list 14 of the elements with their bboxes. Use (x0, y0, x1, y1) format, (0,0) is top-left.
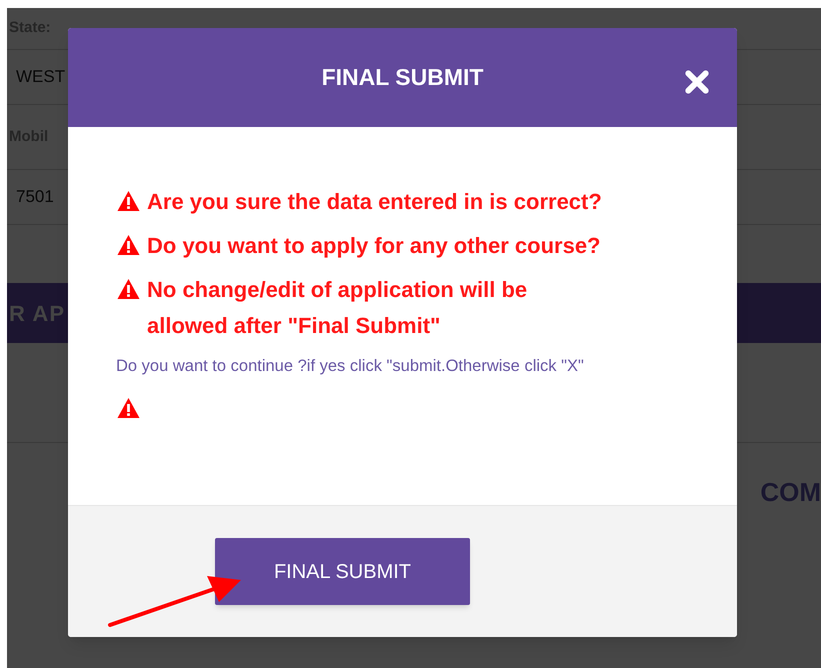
warning-icon (116, 190, 141, 212)
close-icon (684, 69, 710, 95)
field-value: WEST (16, 66, 66, 88)
field-value: 7501 (16, 186, 54, 208)
warning-text: Are you sure the data entered in is correct? (147, 188, 602, 216)
confirm-note: Do you want to continue ?if yes click "submit.Otherwise click "X" (116, 358, 585, 375)
warning-text: No change/edit of application will be allowed after "Final Submit" (147, 276, 528, 340)
final-submit-button[interactable]: FINAL SUBMIT (215, 538, 470, 605)
close-button[interactable] (683, 68, 711, 96)
dialog-title: FINAL SUBMIT (322, 63, 484, 92)
warning-icon (116, 278, 141, 300)
warning-text: Do you want to apply for any other course? (147, 232, 600, 260)
warning-icon (116, 234, 141, 256)
warning-icon (116, 397, 141, 419)
